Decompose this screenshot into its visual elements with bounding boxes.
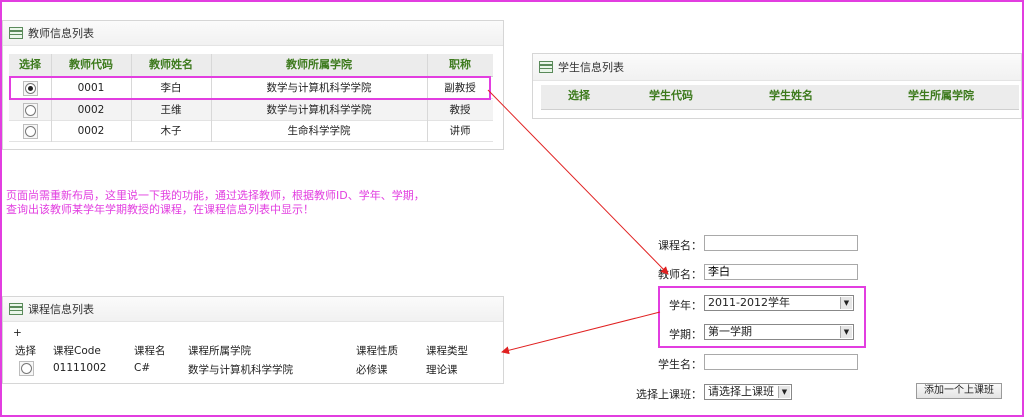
term-select-value: 第一学期 [708,325,752,338]
col-student-college: 学生所属学院 [908,89,974,102]
class-select[interactable]: 请选择上课班 ▼ [704,384,792,400]
table-row[interactable]: 0002 木子 生命科学学院 讲师 [9,121,493,142]
term-select[interactable]: 第一学期 ▼ [704,324,854,340]
col-select: 选择 [15,345,36,357]
course-name-label: 课程名： [658,239,702,252]
class-select-value: 请选择上课班 [708,385,774,398]
teacher-title: 教授 [449,104,471,116]
grid-icon [539,61,553,73]
teacher-title: 讲师 [449,125,471,137]
course-college: 数学与计算机科学学院 [188,364,293,376]
annotation-note: 页面尚需重新布局，这里说一下我的功能，通过选择教师，根据教师ID、学年、学期， … [6,189,506,217]
class-label: 选择上课班： [636,388,702,401]
selected-row-highlight [9,76,491,100]
year-select[interactable]: 2011-2012学年 ▼ [704,295,854,311]
radio-icon[interactable] [23,124,38,139]
term-label: 学期： [669,328,702,341]
teacher-panel-title: 教师信息列表 [28,27,94,40]
chevron-down-icon[interactable]: ▼ [840,326,852,338]
course-panel-title: 课程信息列表 [28,303,94,316]
course-name: C# [134,362,151,374]
table-row[interactable]: 01111002 C# 数学与计算机科学学院 必修课 理论课 [3,359,501,379]
grid-icon [9,27,23,39]
col-select: 选择 [568,89,590,102]
note-line-2: 查询出该教师某学年学期教授的课程，在课程信息列表中显示！ [6,203,314,216]
year-label: 学年： [669,299,702,312]
col-teacher-college: 教师所属学院 [286,58,352,71]
note-line-1: 页面尚需重新布局，这里说一下我的功能，通过选择教师，根据教师ID、学年、学期， [6,189,425,202]
col-select: 选择 [19,58,41,71]
col-course-type: 课程类型 [426,345,468,357]
col-teacher-name: 教师姓名 [149,58,193,71]
col-student-name: 学生姓名 [769,89,813,102]
student-name-label: 学生名： [658,358,702,371]
teacher-name-label: 教师名： [658,268,702,281]
student-panel-header: 学生信息列表 [533,54,1021,81]
teacher-code: 0002 [77,125,105,137]
course-panel-header: 课程信息列表 [3,297,503,322]
course-panel: 课程信息列表 + 选择 课程Code 课程名 课程所属学院 课程性质 课程类型 … [2,296,504,384]
chevron-down-icon[interactable]: ▼ [778,386,790,398]
teacher-college: 生命科学学院 [287,125,351,137]
col-student-code: 学生代码 [649,89,693,102]
course-type: 理论课 [426,364,458,376]
chevron-down-icon[interactable]: ▼ [840,297,852,309]
add-class-button[interactable]: 添加一个上课班 [916,383,1002,399]
col-course-college: 课程所属学院 [188,345,251,357]
student-name-input[interactable] [704,354,858,370]
col-teacher-title: 职称 [449,58,471,71]
radio-icon[interactable] [23,103,38,118]
col-course-code: 课程Code [53,345,101,357]
teacher-name: 木子 [160,125,182,137]
teacher-code: 0002 [77,104,105,116]
course-name-input[interactable] [704,235,858,251]
col-teacher-code: 教师代码 [69,58,113,71]
course-nature: 必修课 [356,364,388,376]
student-panel: 学生信息列表 选择 学生代码 学生姓名 学生所属学院 [532,53,1022,119]
course-code: 01111002 [53,362,107,374]
year-select-value: 2011-2012学年 [708,296,790,309]
col-course-name: 课程名 [134,345,166,357]
radio-icon[interactable] [19,361,34,376]
student-panel-title: 学生信息列表 [558,61,624,74]
teacher-name-input[interactable] [704,264,858,280]
teacher-college: 数学与计算机科学学院 [266,104,372,116]
teacher-table-header: 选择 教师代码 教师姓名 教师所属学院 职称 [9,54,493,77]
col-course-nature: 课程性质 [356,345,398,357]
add-course-plus[interactable]: + [13,327,22,339]
teacher-panel-header: 教师信息列表 [3,21,503,46]
student-table-header: 选择 学生代码 学生姓名 学生所属学院 [541,85,1019,110]
table-row[interactable]: 0002 王维 数学与计算机科学学院 教授 [9,100,493,121]
teacher-name: 王维 [160,104,182,116]
grid-icon [9,303,23,315]
